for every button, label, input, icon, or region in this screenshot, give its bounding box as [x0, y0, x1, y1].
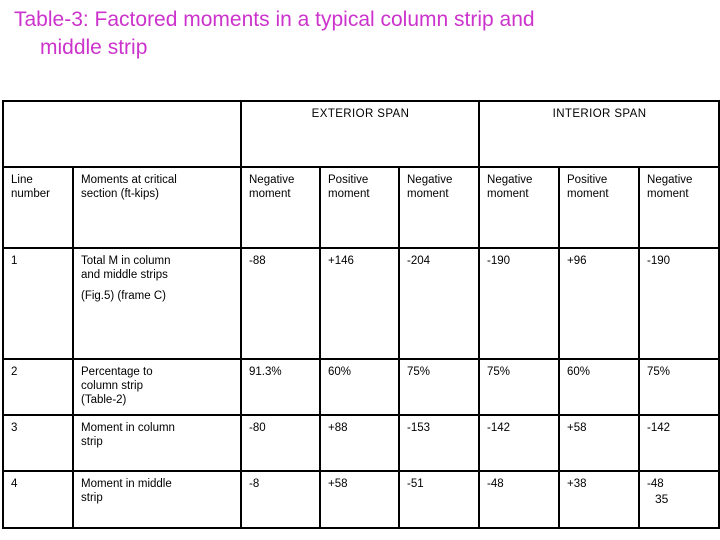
header-int-neg1-l1: Negative [487, 174, 533, 186]
row-3-interior-negative-2: -142 [638, 414, 720, 472]
header-int-pos-l1: Positive [567, 174, 608, 186]
span-header-row: EXTERIOR SPAN INTERIOR SPAN [2, 100, 720, 168]
row-3-desc-l2: strip [81, 436, 103, 448]
row-3-desc-l1: Moment in column [81, 422, 175, 434]
header-int-neg2-l1: Negative [647, 174, 693, 186]
header-ext-pos-l2: moment [328, 188, 370, 200]
row-3-exterior-positive: +88 [319, 414, 400, 472]
column-header-row: Line number Moments at critical section … [2, 166, 720, 249]
row-3-exterior-negative-2: -153 [397, 414, 481, 472]
header-int-pos-l2: moment [567, 188, 609, 200]
header-exterior-negative-2: Negative moment [397, 166, 481, 249]
table-row: 2 Percentage to column strip (Table-2) 9… [2, 358, 720, 416]
header-interior-negative-1: Negative moment [478, 166, 561, 249]
header-moments-critical-section: Moments at critical section (ft-kips) [72, 166, 242, 249]
factored-moments-table: EXTERIOR SPAN INTERIOR SPAN Line number … [2, 100, 720, 529]
page-title-line-2: middle strip [40, 36, 148, 59]
header-int-neg1-l2: moment [487, 188, 529, 200]
row-2-interior-negative-2: 75% [638, 358, 720, 416]
row-2-line-number: 2 [2, 358, 74, 416]
header-ext-neg2-l2: moment [407, 188, 449, 200]
row-2-desc-l2: column strip [81, 380, 143, 392]
row-1-desc-l2: and middle strips [81, 269, 168, 281]
row-1-interior-negative-1: -190 [478, 247, 561, 360]
row-1-desc-l1: Total M in column [81, 255, 171, 267]
row-3-interior-positive: +58 [558, 414, 641, 472]
row-2-desc-l3: (Table-2) [81, 394, 127, 406]
header-moments-l2: section (ft-kips) [81, 188, 159, 200]
row-4-desc-l2: strip [81, 492, 103, 504]
header-ext-neg1-l2: moment [249, 188, 291, 200]
blank-corner-cell [2, 100, 242, 168]
row-1-exterior-negative-1: -88 [240, 247, 321, 360]
header-ext-neg2-l1: Negative [407, 174, 453, 186]
row-2-exterior-negative-1: 91.3% [240, 358, 321, 416]
row-1-line-number: 1 [2, 247, 74, 360]
row-1-exterior-positive: +146 [319, 247, 400, 360]
row-1-desc-l3: (Fig.5) (frame C) [81, 290, 166, 302]
header-exterior-negative-1: Negative moment [240, 166, 321, 249]
table-row: 1 Total M in column and middle strips (F… [2, 247, 720, 360]
row-4-exterior-negative-1: -8 [240, 470, 321, 529]
header-line-number: Line number [2, 166, 74, 249]
header-interior-negative-2: Negative moment [638, 166, 720, 249]
page-title: Table-3: Factored moments in a typical c… [14, 6, 720, 62]
row-3-exterior-negative-1: -80 [240, 414, 321, 472]
header-line-number-l2: number [11, 188, 50, 200]
row-4-interior-negative-1: -48 [478, 470, 561, 529]
row-4-desc-l1: Moment in middle [81, 478, 172, 490]
header-moments-l1: Moments at critical [81, 174, 177, 186]
header-interior-positive: Positive moment [558, 166, 641, 249]
row-2-exterior-positive: 60% [319, 358, 400, 416]
row-1-description: Total M in column and middle strips (Fig… [72, 247, 242, 360]
row-4-exterior-positive: +58 [319, 470, 400, 529]
row-4-line-number: 4 [2, 470, 74, 529]
row-4-interior-positive: +38 [558, 470, 641, 529]
row-4-description: Moment in middle strip [72, 470, 242, 529]
page-number: 35 [655, 492, 669, 506]
header-ext-pos-l1: Positive [328, 174, 369, 186]
page-title-line-1: Table-3: Factored moments in a typical c… [14, 8, 535, 31]
row-3-line-number: 3 [2, 414, 74, 472]
row-4-exterior-negative-2: -51 [397, 470, 481, 529]
row-2-desc-l1: Percentage to [81, 366, 153, 378]
header-exterior-positive: Positive moment [319, 166, 400, 249]
table-row: 3 Moment in column strip -80 +88 -153 -1… [2, 414, 720, 472]
row-3-description: Moment in column strip [72, 414, 242, 472]
row-2-exterior-negative-2: 75% [397, 358, 481, 416]
exterior-span-header: EXTERIOR SPAN [239, 100, 481, 168]
header-int-neg2-l2: moment [647, 188, 689, 200]
row-1-exterior-negative-2: -204 [397, 247, 481, 360]
row-1-interior-negative-2: -190 [638, 247, 720, 360]
row-2-interior-positive: 60% [558, 358, 641, 416]
row-2-interior-negative-1: 75% [478, 358, 561, 416]
table-row: 4 Moment in middle strip -8 +58 -51 -48 … [2, 470, 720, 529]
header-ext-neg1-l1: Negative [249, 174, 295, 186]
interior-span-header: INTERIOR SPAN [478, 100, 720, 168]
header-line-number-l1: Line [11, 174, 33, 186]
row-1-interior-positive: +96 [558, 247, 641, 360]
row-2-description: Percentage to column strip (Table-2) [72, 358, 242, 416]
row-4-interior-negative-2: -48 [638, 470, 720, 529]
row-3-interior-negative-1: -142 [478, 414, 561, 472]
